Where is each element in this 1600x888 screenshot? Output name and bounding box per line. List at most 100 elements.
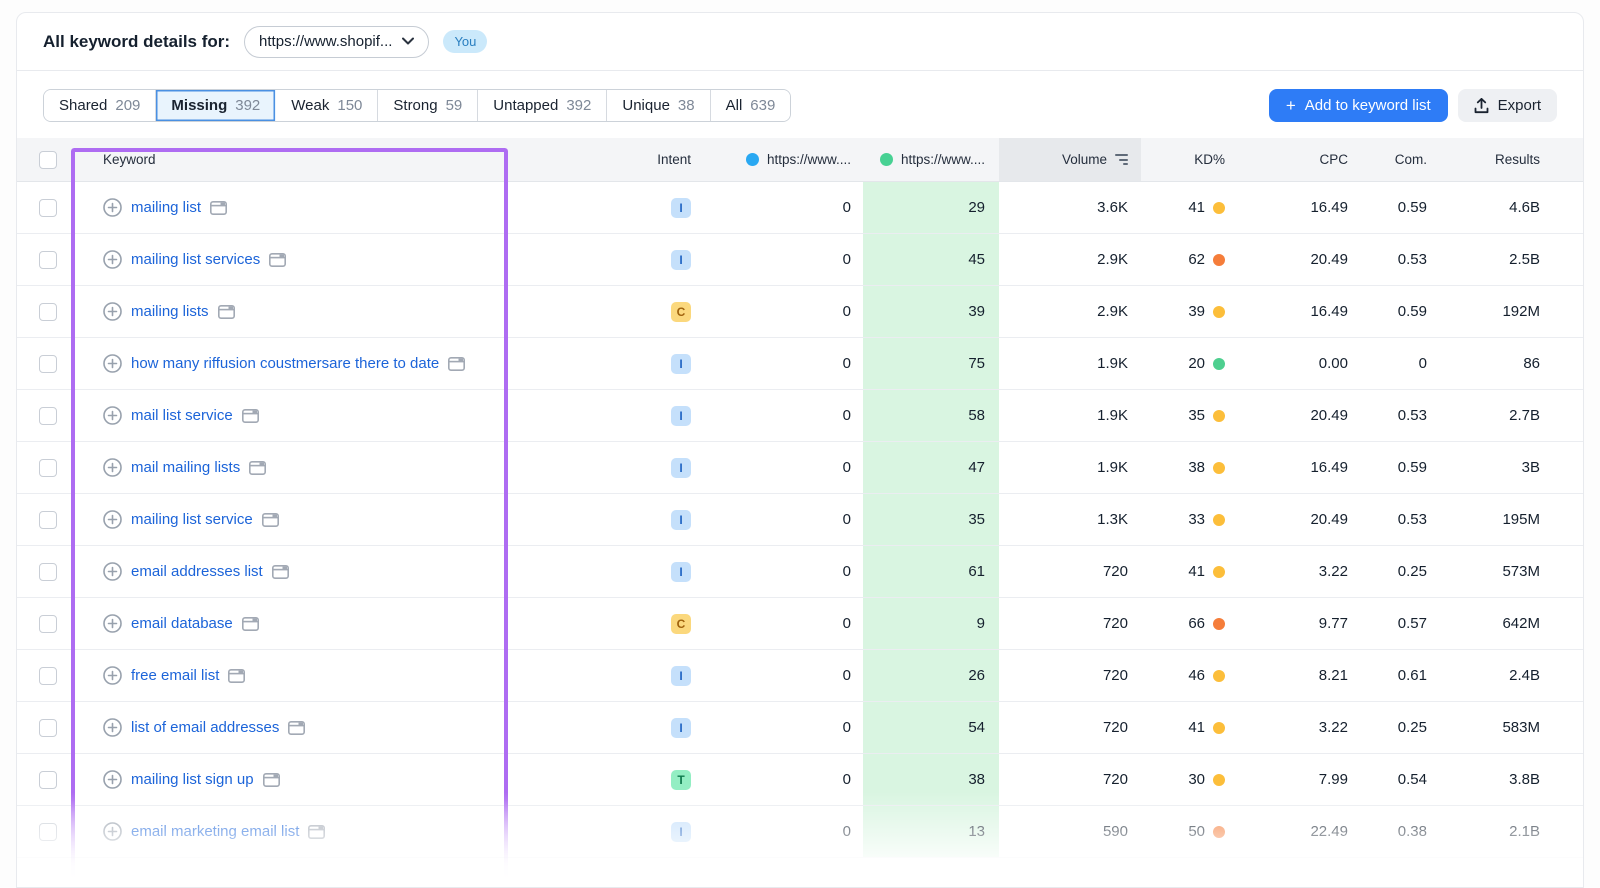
column-header-url1[interactable]: https://www.... (691, 138, 851, 181)
kd-dot-icon (1213, 254, 1225, 266)
serp-features-icon[interactable] (249, 461, 266, 475)
intent-badge[interactable]: I (671, 406, 691, 426)
row-checkbox[interactable] (39, 563, 57, 581)
add-keyword-icon[interactable] (103, 666, 122, 685)
results-value: 583M (1502, 719, 1540, 736)
intent-badge[interactable]: I (671, 666, 691, 686)
add-keyword-icon[interactable] (103, 562, 122, 581)
keyword-link[interactable]: mailing list sign up (131, 771, 254, 788)
intent-badge[interactable]: I (671, 562, 691, 582)
serp-features-icon[interactable] (308, 825, 325, 839)
url1-position: 0 (843, 563, 851, 580)
row-checkbox[interactable] (39, 615, 57, 633)
add-keyword-icon[interactable] (103, 302, 122, 321)
row-checkbox[interactable] (39, 511, 57, 529)
row-checkbox[interactable] (39, 355, 57, 373)
keyword-link[interactable]: mailing list (131, 199, 201, 216)
panel-title: All keyword details for: (43, 32, 230, 52)
column-header-kd[interactable]: KD% (1141, 138, 1225, 181)
row-checkbox[interactable] (39, 303, 57, 321)
keyword-gap-panel: All keyword details for: https://www.sho… (16, 12, 1584, 888)
serp-features-icon[interactable] (210, 201, 227, 215)
add-to-keyword-list-button[interactable]: + Add to keyword list (1269, 89, 1448, 122)
results-value: 2.4B (1509, 667, 1540, 684)
export-button[interactable]: Export (1458, 89, 1557, 122)
row-checkbox[interactable] (39, 199, 57, 217)
domain-selector-dropdown[interactable]: https://www.shopif... (244, 26, 429, 58)
keyword-link[interactable]: mail list service (131, 407, 233, 424)
volume-value: 1.9K (1097, 355, 1128, 372)
tab-label: Unique (622, 97, 670, 114)
column-header-cpc[interactable]: CPC (1225, 138, 1348, 181)
add-keyword-icon[interactable] (103, 718, 122, 737)
add-keyword-icon[interactable] (103, 458, 122, 477)
column-header-url2[interactable]: https://www.... (863, 138, 999, 181)
intent-badge[interactable]: I (671, 198, 691, 218)
intent-badge[interactable]: C (671, 302, 691, 322)
volume-value: 590 (1103, 823, 1128, 840)
add-keyword-icon[interactable] (103, 198, 122, 217)
tab-shared[interactable]: Shared209 (44, 90, 156, 121)
tab-weak[interactable]: Weak150 (276, 90, 378, 121)
keyword-link[interactable]: email marketing email list (131, 823, 299, 840)
column-header-volume[interactable]: Volume (999, 138, 1141, 181)
intent-badge[interactable]: I (671, 510, 691, 530)
intent-badge[interactable]: I (671, 822, 691, 842)
serp-features-icon[interactable] (288, 721, 305, 735)
tab-strong[interactable]: Strong59 (378, 90, 478, 121)
serp-features-icon[interactable] (218, 305, 235, 319)
com-value: 0.59 (1398, 459, 1427, 476)
tab-unique[interactable]: Unique38 (607, 90, 710, 121)
tab-all[interactable]: All639 (711, 90, 791, 121)
keyword-link[interactable]: free email list (131, 667, 219, 684)
row-checkbox[interactable] (39, 719, 57, 737)
serp-features-icon[interactable] (228, 669, 245, 683)
keyword-link[interactable]: mail mailing lists (131, 459, 240, 476)
column-header-com[interactable]: Com. (1348, 138, 1427, 181)
row-checkbox[interactable] (39, 823, 57, 841)
column-header-results[interactable]: Results (1427, 138, 1540, 181)
com-value: 0.53 (1398, 407, 1427, 424)
row-checkbox[interactable] (39, 459, 57, 477)
keyword-link[interactable]: mailing list service (131, 511, 253, 528)
kd-dot-icon (1213, 722, 1225, 734)
serp-features-icon[interactable] (242, 617, 259, 631)
intent-badge[interactable]: T (671, 770, 691, 790)
url2-position: 54 (968, 719, 985, 736)
keyword-link[interactable]: mailing lists (131, 303, 209, 320)
intent-badge[interactable]: C (671, 614, 691, 634)
serp-features-icon[interactable] (272, 565, 289, 579)
serp-features-icon[interactable] (448, 357, 465, 371)
add-keyword-icon[interactable] (103, 510, 122, 529)
intent-badge[interactable]: I (671, 354, 691, 374)
cpc-value: 7.99 (1319, 771, 1348, 788)
row-checkbox[interactable] (39, 407, 57, 425)
column-header-intent[interactable]: Intent (507, 138, 691, 181)
add-keyword-icon[interactable] (103, 354, 122, 373)
keyword-link[interactable]: mailing list services (131, 251, 260, 268)
serp-features-icon[interactable] (263, 773, 280, 787)
cpc-value: 3.22 (1319, 719, 1348, 736)
serp-features-icon[interactable] (262, 513, 279, 527)
intent-badge[interactable]: I (671, 458, 691, 478)
row-checkbox[interactable] (39, 251, 57, 269)
tab-untapped[interactable]: Untapped392 (478, 90, 607, 121)
serp-features-icon[interactable] (269, 253, 286, 267)
add-keyword-icon[interactable] (103, 250, 122, 269)
add-keyword-icon[interactable] (103, 822, 122, 841)
intent-badge[interactable]: I (671, 250, 691, 270)
add-keyword-icon[interactable] (103, 770, 122, 789)
column-header-keyword[interactable]: Keyword (73, 138, 507, 181)
serp-features-icon[interactable] (242, 409, 259, 423)
row-checkbox[interactable] (39, 667, 57, 685)
tab-missing[interactable]: Missing392 (156, 90, 276, 121)
add-keyword-icon[interactable] (103, 406, 122, 425)
keyword-link[interactable]: how many riffusion coustmersare there to… (131, 355, 439, 372)
keyword-link[interactable]: email database (131, 615, 233, 632)
row-checkbox[interactable] (39, 771, 57, 789)
keyword-link[interactable]: email addresses list (131, 563, 263, 580)
add-keyword-icon[interactable] (103, 614, 122, 633)
select-all-checkbox[interactable] (39, 151, 57, 169)
intent-badge[interactable]: I (671, 718, 691, 738)
keyword-link[interactable]: list of email addresses (131, 719, 279, 736)
